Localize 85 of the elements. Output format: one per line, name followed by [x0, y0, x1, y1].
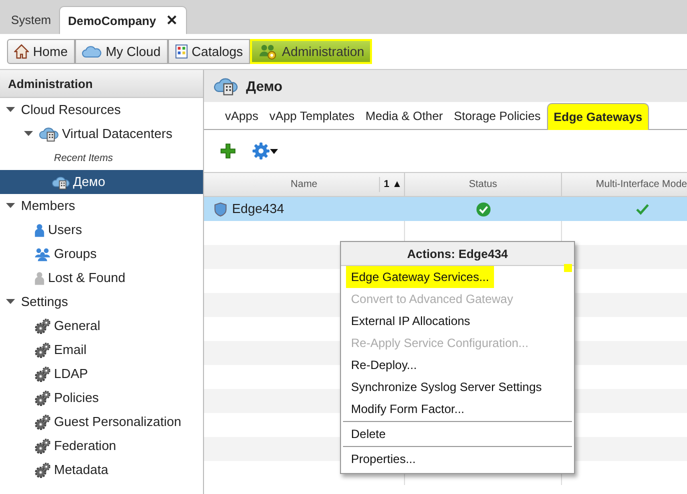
- settings-button[interactable]: [252, 142, 278, 160]
- column-header[interactable]: Multi-Interface Mode: [562, 173, 687, 196]
- tree-item[interactable]: Users: [0, 218, 203, 242]
- item-label: Settings: [21, 293, 68, 312]
- nav-button[interactable]: Administration: [250, 39, 372, 64]
- item-label: Cloud Resources: [21, 101, 121, 120]
- menu-item[interactable]: Re-Deploy...: [346, 354, 422, 376]
- tree-item[interactable]: Email: [0, 338, 203, 362]
- tab[interactable]: Media & Other: [360, 103, 448, 129]
- nav-button[interactable]: Catalogs: [168, 39, 250, 64]
- item-label: Users: [48, 221, 82, 240]
- item-label: Lost & Found: [48, 269, 126, 288]
- gears-icon: [34, 414, 51, 430]
- cloud-icon: [82, 46, 102, 58]
- tree-item[interactable]: Virtual Datacenters: [0, 122, 203, 146]
- cell-text: Edge434: [232, 200, 284, 218]
- item-label: Демо: [73, 173, 106, 192]
- cloud-building-icon: [39, 126, 59, 142]
- page-title: Демо: [246, 76, 282, 96]
- house-icon: [14, 44, 29, 59]
- item-label: Metadata: [54, 461, 108, 480]
- top-tab[interactable]: System: [4, 6, 58, 34]
- gears-icon: [34, 342, 51, 358]
- table-row[interactable]: Edge434: [204, 197, 687, 221]
- tree-item[interactable]: Cloud Resources: [0, 98, 203, 122]
- gears-icon: [34, 366, 51, 382]
- tree-item[interactable]: Groups: [0, 242, 203, 266]
- menu-item[interactable]: Synchronize Syslog Server Settings: [346, 376, 547, 398]
- gear-icon: [252, 142, 270, 160]
- close-button[interactable]: ✕: [166, 10, 178, 31]
- people-gear-icon: [258, 43, 278, 60]
- sidebar-header: Administration: [0, 70, 203, 98]
- caret-icon: [270, 148, 278, 154]
- gears-icon: [34, 462, 51, 478]
- person-icon: [34, 270, 45, 286]
- tree-item[interactable]: Federation: [0, 434, 203, 458]
- menu-title: Actions: Edge434: [341, 242, 574, 266]
- cloud-building-icon: [52, 174, 70, 190]
- shield-icon: [214, 202, 227, 216]
- add-button[interactable]: [220, 143, 236, 159]
- column-header[interactable]: Name 1 ▲: [204, 173, 405, 196]
- column-header[interactable]: Status: [405, 173, 562, 196]
- tree-item[interactable]: Lost & Found: [0, 266, 203, 290]
- tab[interactable]: Edge Gateways: [546, 103, 650, 130]
- tree-item[interactable]: Guest Personalization: [0, 410, 203, 434]
- section-caption: Recent Items: [53, 152, 114, 166]
- tab[interactable]: vApps: [220, 103, 264, 129]
- header-label: Name: [290, 178, 318, 192]
- highlight-mark: [564, 264, 572, 272]
- item-label: LDAP: [54, 365, 88, 384]
- people-icon: [34, 246, 51, 262]
- nav-button[interactable]: Home: [7, 39, 75, 64]
- tree-item[interactable]: LDAP: [0, 362, 203, 386]
- tab[interactable]: vApp Templates: [264, 103, 360, 129]
- person-icon: [34, 222, 45, 238]
- item-label: General: [54, 317, 100, 336]
- nav-button[interactable]: My Cloud: [74, 39, 168, 64]
- menu-item[interactable]: Properties...: [346, 448, 421, 470]
- item-label: Federation: [54, 437, 116, 456]
- item-label: Email: [54, 341, 87, 360]
- plus-icon: [220, 143, 236, 159]
- tab[interactable]: Storage Policies: [448, 103, 546, 129]
- menu-item[interactable]: Edge Gateway Services...: [346, 266, 494, 288]
- tree-item[interactable]: Policies: [0, 386, 203, 410]
- tree-item[interactable]: General: [0, 314, 203, 338]
- menu-item[interactable]: Modify Form Factor...: [346, 398, 470, 420]
- gears-icon: [34, 390, 51, 406]
- tree-item[interactable]: Демо: [0, 170, 203, 194]
- top-tab[interactable]: DemoCompany ✕: [59, 6, 188, 34]
- sort-indicator: 1 ▲: [378, 177, 402, 192]
- menu-item[interactable]: Delete: [346, 423, 391, 445]
- gears-icon: [34, 318, 51, 334]
- gears-icon: [34, 438, 51, 454]
- item-label: Policies: [54, 389, 99, 408]
- tree-item[interactable]: Metadata: [0, 458, 203, 482]
- tree-item[interactable]: Settings: [0, 290, 203, 314]
- menu-item[interactable]: External IP Allocations: [346, 310, 476, 332]
- item-label: Guest Personalization: [54, 413, 182, 432]
- item-label: Groups: [54, 245, 97, 264]
- cloud-building-icon: [214, 76, 238, 96]
- tree-item[interactable]: Members: [0, 194, 203, 218]
- tab-label: DemoCompany: [68, 12, 156, 30]
- catalog-icon: [174, 44, 188, 59]
- item-label: Members: [21, 197, 76, 216]
- item-label: Virtual Datacenters: [62, 125, 172, 144]
